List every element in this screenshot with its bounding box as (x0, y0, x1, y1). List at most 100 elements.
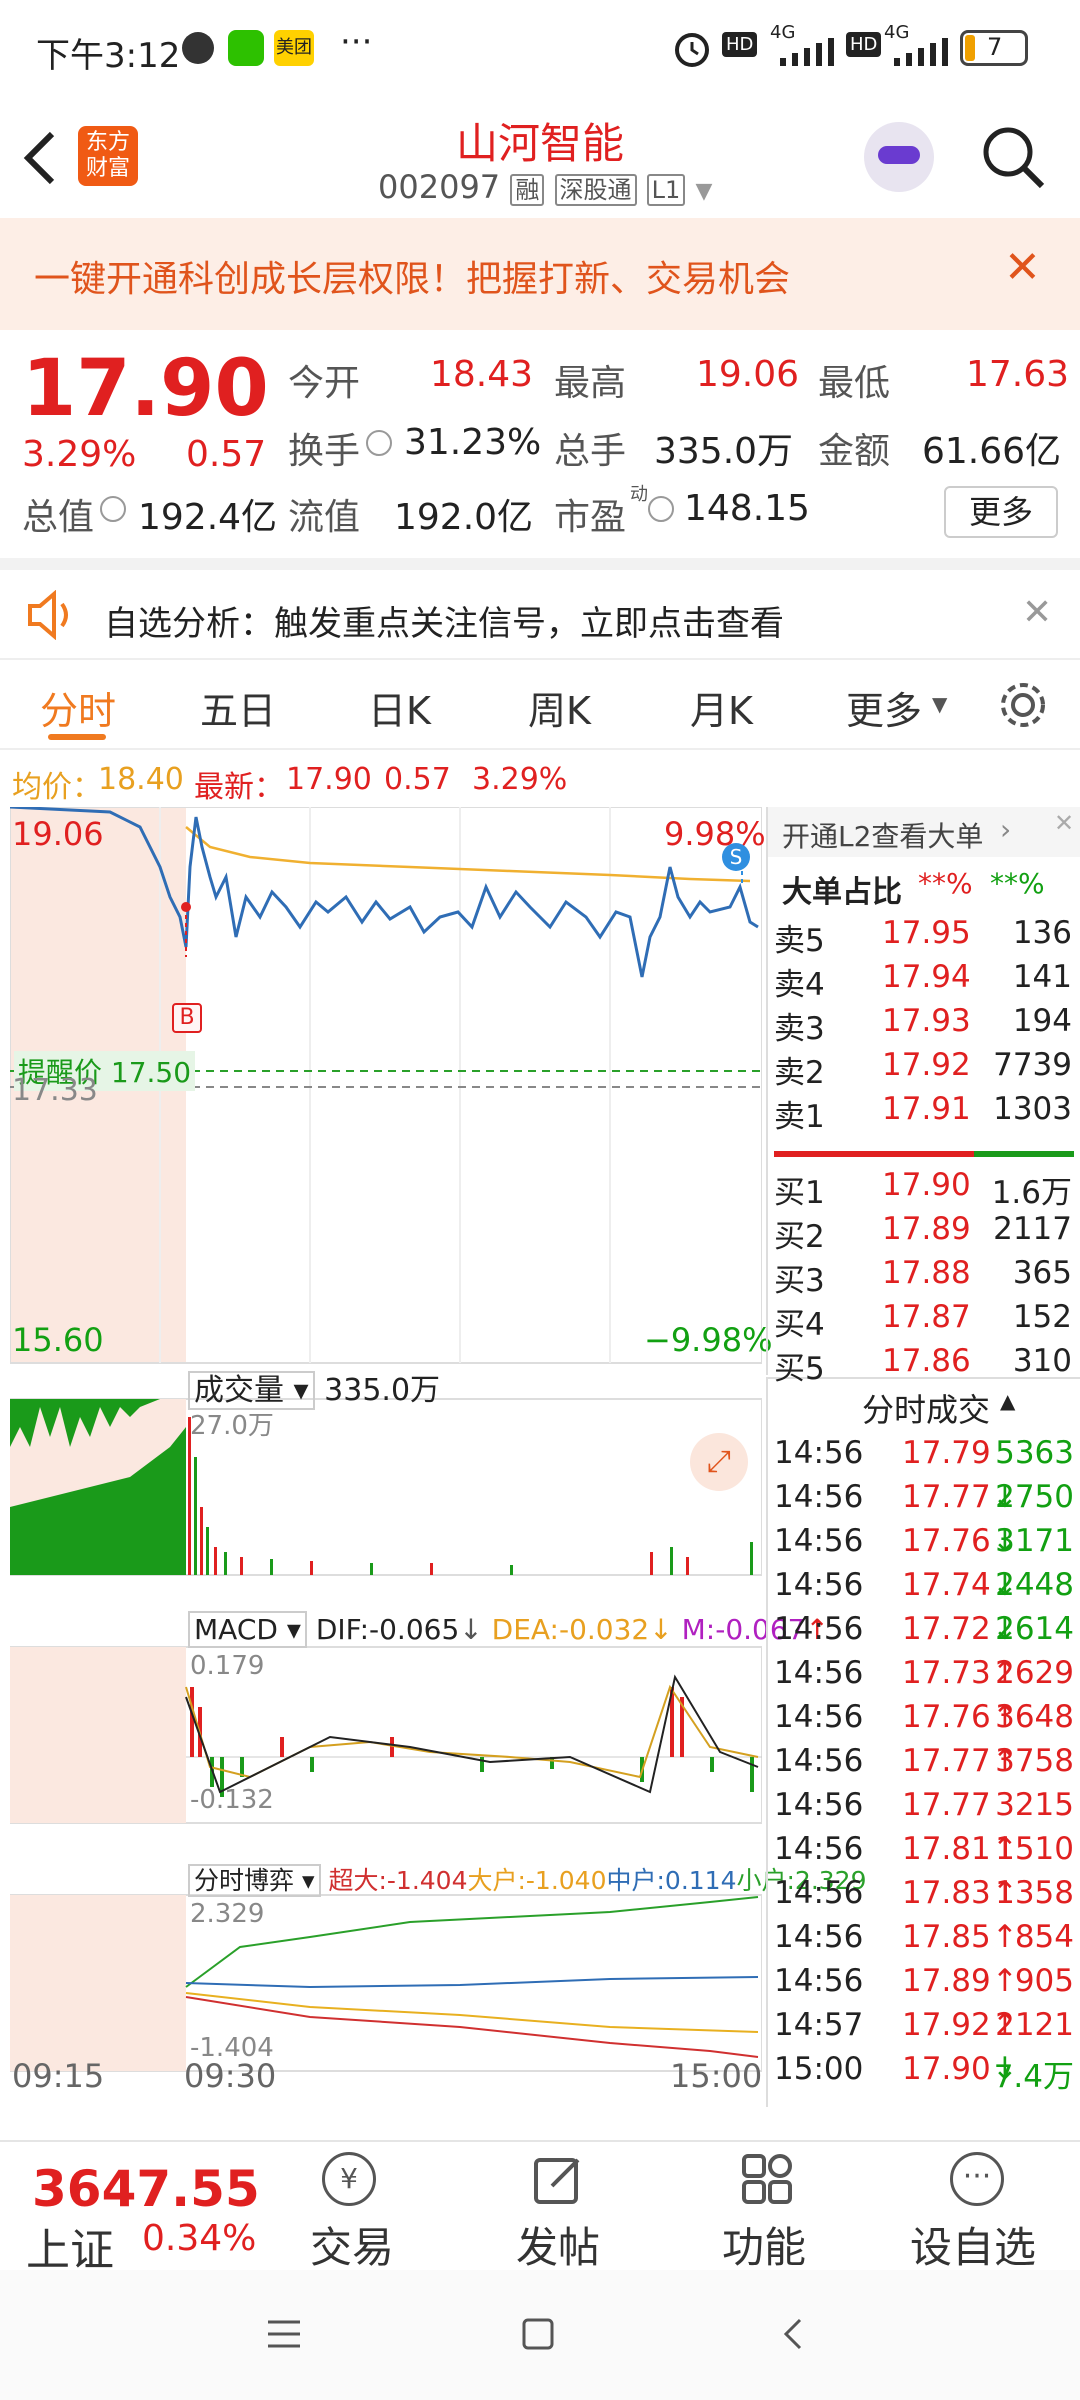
sell-row[interactable]: 卖1 17.91 1303 (770, 1091, 1080, 1135)
avg-value: 18.40 (98, 762, 184, 797)
notice-text: 自选分析：触发重点关注信号，立即点击查看 (104, 604, 784, 644)
stock-code: 002097 融 深股通 L1 ▼ (378, 168, 712, 206)
tab-monthly-k[interactable]: 月K (690, 680, 753, 735)
sell-row[interactable]: 卖5 17.95 136 (770, 915, 1080, 959)
trade-time: 14:56 (774, 1435, 864, 1471)
trade-price: 17.83 (902, 1875, 991, 1911)
open-value: 18.43 (430, 354, 534, 395)
l2-link[interactable]: 开通L2查看大单 › ✕ (768, 807, 1080, 857)
trade-price: 17.89 (902, 1963, 991, 1999)
sell-marker[interactable]: S (722, 843, 750, 871)
trade-time: 14:56 (774, 1523, 864, 1559)
close-icon[interactable]: ✕ (1004, 242, 1041, 293)
sell-row[interactable]: 卖4 17.94 141 (770, 959, 1080, 1003)
home-icon[interactable] (518, 2314, 558, 2354)
analysis-notice[interactable]: 自选分析：触发重点关注信号，立即点击查看 ✕ (0, 558, 1080, 658)
tab-indicator (48, 734, 106, 740)
nav-function[interactable]: 功能 (722, 2214, 806, 2275)
dea-value: DEA:-0.032 (491, 1613, 650, 1646)
info-icon[interactable] (366, 430, 392, 456)
sell-row[interactable]: 卖3 17.93 194 (770, 1003, 1080, 1047)
buy-volume: 1.6万 (991, 1175, 1072, 1211)
l1-badge[interactable]: L1 (646, 174, 686, 206)
signal-icon-2 (894, 38, 948, 66)
trade-volume: 854 (1014, 1919, 1074, 1955)
sell-label: 卖2 (774, 1055, 825, 1091)
close-icon-3[interactable]: ✕ (1054, 809, 1074, 837)
macd-selector[interactable]: MACD ▾ (188, 1611, 307, 1648)
tab-weekly-k[interactable]: 周K (528, 680, 591, 735)
sell-row[interactable]: 卖2 17.92 7739 (770, 1047, 1080, 1091)
buy-volume: 310 (1012, 1343, 1072, 1379)
nav-trade[interactable]: 交易 (310, 2214, 394, 2275)
trade-volume: 2629 (995, 1655, 1074, 1691)
sell-price: 17.92 (882, 1047, 971, 1083)
nav-post[interactable]: 发帖 (516, 2214, 600, 2275)
chart-area: 19.06 9.98% S B 提醒价 17.50 17.33 15.60 −9… (0, 805, 1080, 2107)
buy-row[interactable]: 买3 17.88 365 (770, 1255, 1080, 1299)
info-icon-3[interactable] (648, 496, 674, 522)
info-icon-2[interactable] (100, 496, 126, 522)
mid-price-label: 17.33 (12, 1073, 98, 1108)
grid-icon[interactable] (740, 2152, 794, 2206)
trade-row: 14:56 17.77 ↑ 3758 (770, 1743, 1080, 1787)
latest-change: 0.57 (384, 762, 451, 797)
trade-time: 14:56 (774, 1699, 864, 1735)
index-value[interactable]: 3647.55 (32, 2160, 260, 2218)
buy-row[interactable]: 买1 17.90 1.6万 (770, 1167, 1080, 1211)
low-value: 17.63 (966, 354, 1070, 395)
trade-price: 17.85 (902, 1919, 991, 1955)
volume-max-label: 27.0万 (190, 1411, 274, 1441)
more-icon[interactable]: ··· (950, 2152, 1004, 2206)
game-selector[interactable]: 分时博弈 ▾ (188, 1864, 321, 1897)
more-notifications-icon: ··· (340, 22, 373, 62)
battery-level: 7 (987, 33, 1003, 61)
tab-5day[interactable]: 五日 (200, 680, 276, 735)
tab-daily-k[interactable]: 日K (368, 680, 431, 735)
sell-volume: 141 (1012, 959, 1072, 995)
tab-more[interactable]: 更多 (846, 680, 922, 735)
trade-icon[interactable]: ¥ (322, 2152, 376, 2206)
search-icon[interactable] (978, 122, 1048, 192)
caret-down-icon[interactable]: ▼ (695, 179, 712, 204)
buy-marker[interactable]: B (172, 1003, 202, 1033)
sell-volume: 1303 (993, 1091, 1072, 1127)
margin-badge: 融 (510, 174, 545, 206)
banner-text: 一键开通科创成长层权限！把握打新、交易机会 (34, 259, 791, 300)
buy-row[interactable]: 买2 17.89 2117 (770, 1211, 1080, 1255)
promo-banner[interactable]: 一键开通科创成长层权限！把握打新、交易机会 ✕ (0, 218, 1080, 330)
stock-header: 东方 财富 山河智能 002097 融 深股通 L1 ▼ (0, 100, 1080, 218)
trade-volume: 7.4万 (993, 2059, 1074, 2095)
abs-change: 0.57 (186, 434, 267, 475)
menu-icon[interactable] (264, 2314, 304, 2354)
big-ratio-buy: **% (918, 867, 973, 900)
buy-price: 17.86 (882, 1343, 971, 1379)
avg-label: 均价： (12, 770, 102, 805)
trade-row: 14:56 17.85 ↑ 854 (770, 1919, 1080, 1963)
game-label: 分时博弈 (194, 1866, 295, 1895)
sell-price: 17.93 (882, 1003, 971, 1039)
game-max-label: 2.329 (190, 1899, 265, 1929)
assistant-avatar[interactable] (864, 122, 934, 192)
intraday-chart[interactable] (10, 807, 762, 2097)
trade-row: 14:57 17.92 ↑ 2121 (770, 2007, 1080, 2051)
hd-icon-2: HD (846, 32, 882, 57)
buy-row[interactable]: 买4 17.87 152 (770, 1299, 1080, 1343)
big-ratio-label: 大单占比 (782, 875, 902, 910)
chevron-right-icon: › (1000, 813, 1012, 846)
nav-watchlist[interactable]: 设自选 (910, 2214, 1036, 2275)
tab-intraday[interactable]: 分时 (40, 680, 116, 735)
high-value: 19.06 (696, 354, 800, 395)
more-button[interactable]: 更多 (944, 486, 1058, 538)
close-icon-2[interactable]: ✕ (1022, 592, 1052, 633)
edit-icon[interactable] (532, 2152, 586, 2206)
mid-holder-line (185, 1976, 759, 1989)
gear-icon[interactable] (996, 678, 1050, 732)
sell-label: 卖3 (774, 1011, 825, 1047)
expand-icon[interactable]: ⤢ (690, 1433, 748, 1491)
trade-price: 17.76 (902, 1523, 991, 1559)
y-high-label: 19.06 (12, 815, 104, 853)
back-icon[interactable] (774, 2314, 814, 2354)
index-name[interactable]: 上证 (26, 2214, 114, 2278)
buy-row[interactable]: 买5 17.86 310 (770, 1343, 1080, 1387)
